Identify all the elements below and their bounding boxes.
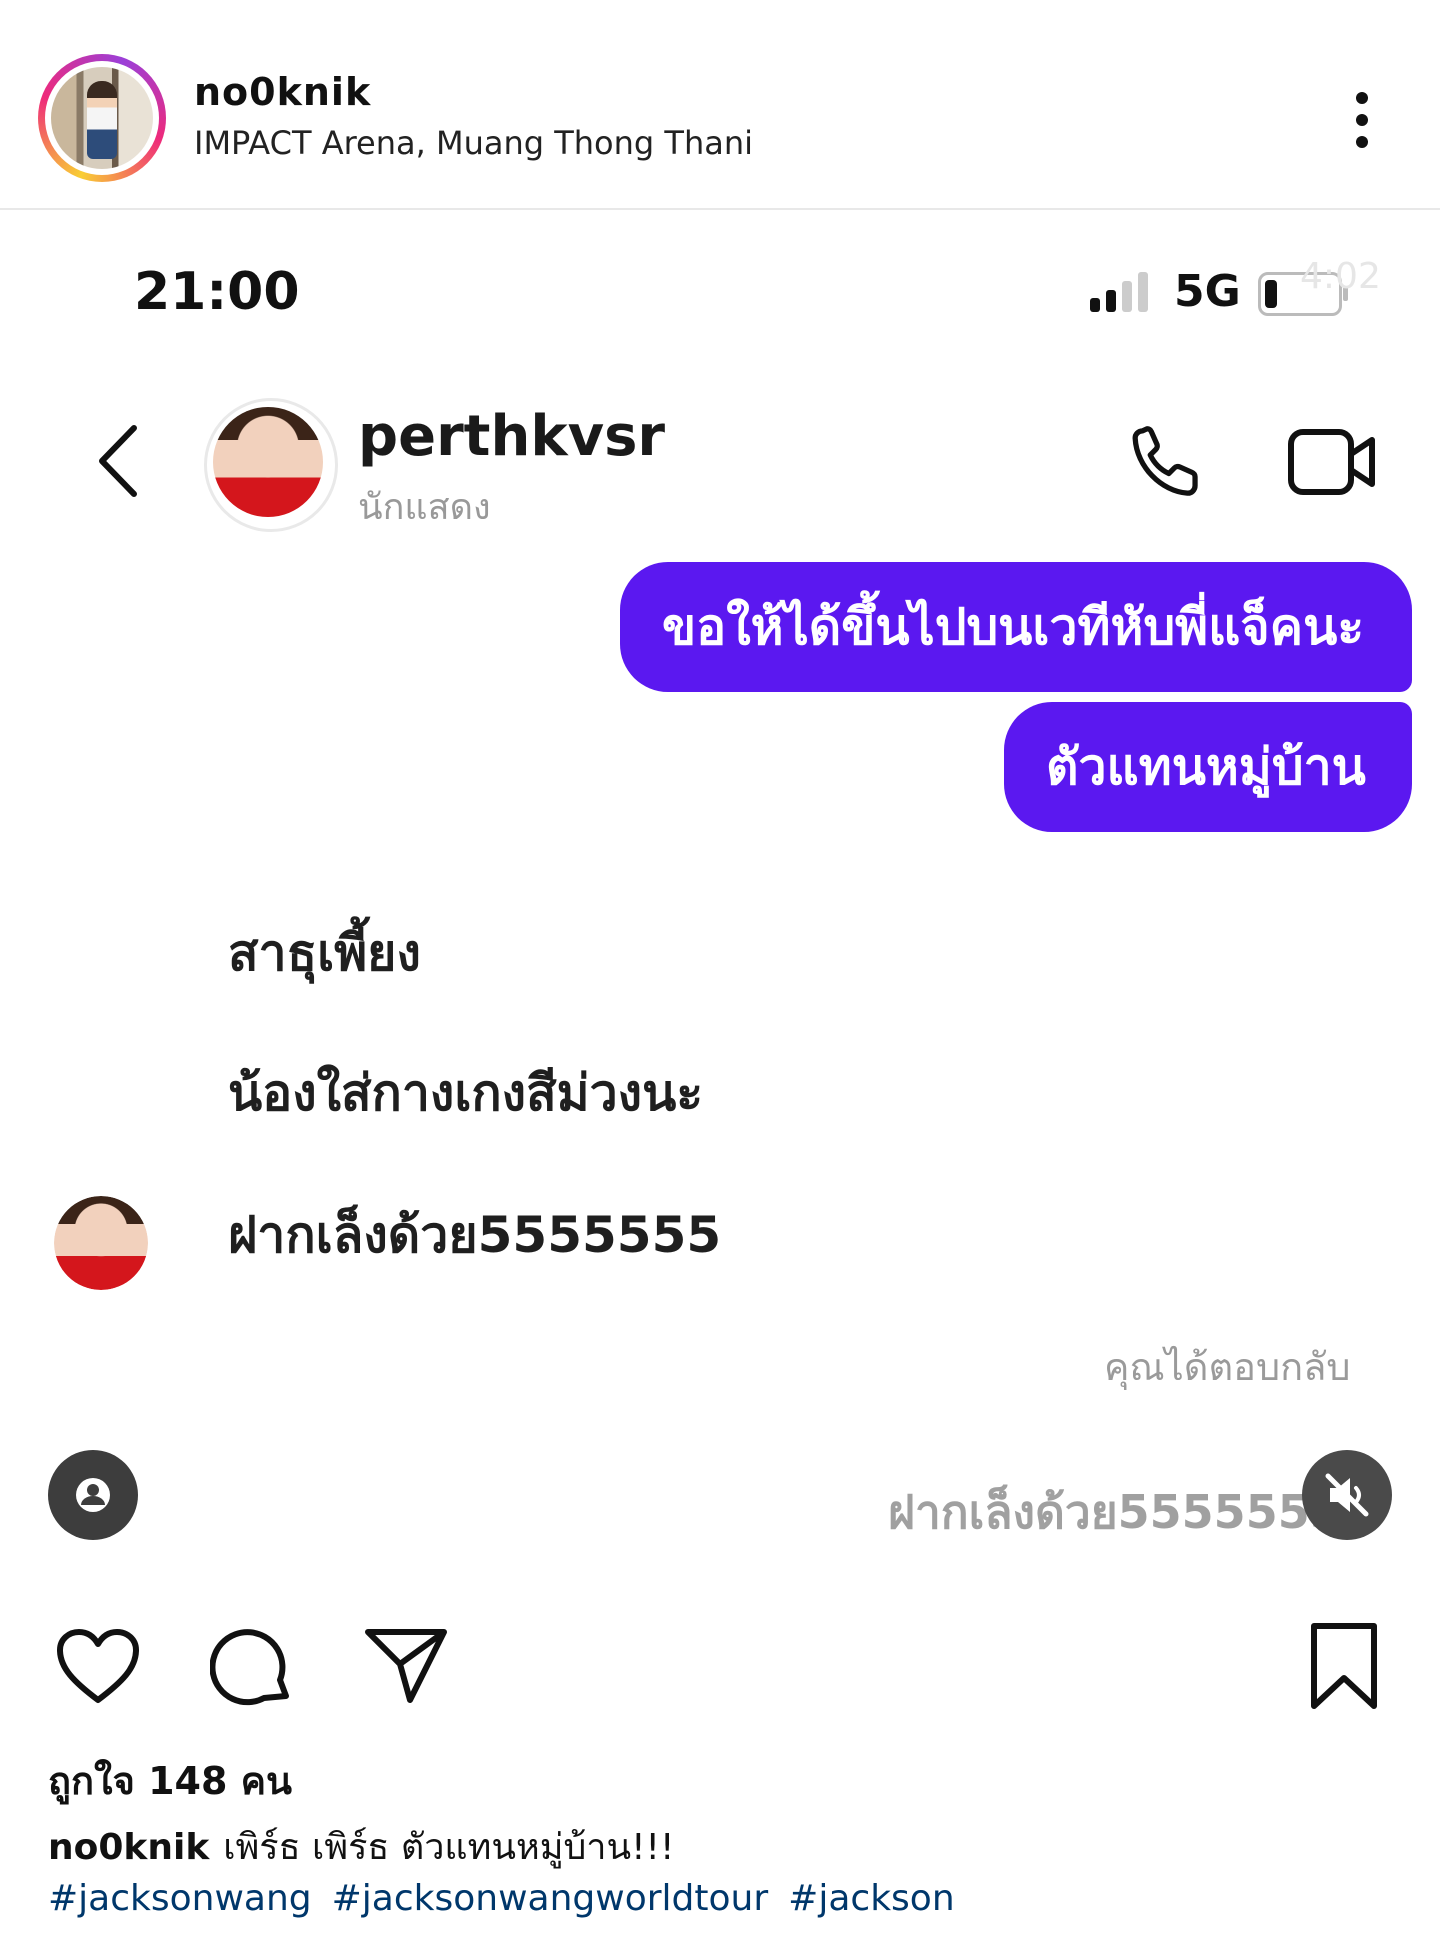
post-location[interactable]: IMPACT Arena, Muang Thong Thani [194, 124, 753, 162]
contact-name[interactable]: perthkvsr [358, 404, 665, 469]
hashtag-link[interactable]: #jacksonwang [48, 1878, 312, 1919]
contact-avatar[interactable] [204, 398, 338, 532]
back-arrow-icon[interactable] [96, 424, 142, 498]
caption-text: เพิร์ธ เพิร์ธ ตัวแทนหมู่บ้าน!!! [223, 1827, 675, 1868]
comment-icon[interactable] [209, 1626, 294, 1710]
contact-face [213, 407, 323, 517]
overlay-time: 4:02 [1300, 256, 1381, 297]
save-icon[interactable] [1308, 1622, 1380, 1712]
user-tag-icon[interactable] [48, 1450, 138, 1540]
sender-avatar[interactable] [54, 1196, 148, 1290]
avatar-photo [51, 67, 153, 169]
reply-preview: ฝากเล็งด้วย5555555 [888, 1485, 1342, 1539]
received-message[interactable]: ฝากเล็งด้วย5555555 [228, 1196, 721, 1275]
status-time: 21:00 [134, 262, 300, 322]
post-author-avatar[interactable] [38, 54, 166, 182]
header-divider [0, 208, 1440, 210]
sent-message[interactable]: ตัวแทนหมู่บ้าน [1004, 702, 1412, 832]
received-message[interactable]: สาธุเพี้ยง [228, 914, 421, 993]
mute-icon[interactable] [1302, 1450, 1392, 1540]
network-type: 5G [1174, 266, 1241, 317]
hashtag-list: #jacksonwang #jacksonwangworldtour #jackso… [48, 1878, 975, 1919]
like-count[interactable]: ถูกใจ 148 คน [48, 1750, 292, 1811]
hashtag-link[interactable]: #jackson [788, 1878, 954, 1919]
heart-icon[interactable] [56, 1628, 140, 1704]
caption-username[interactable]: no0knik [48, 1827, 209, 1868]
replied-label: คุณได้ตอบกลับ [1104, 1345, 1351, 1389]
sent-message[interactable]: ขอให้ได้ขึ้นไปบนเวทีหับพี่แจ็คนะ [620, 562, 1412, 692]
share-icon[interactable] [364, 1626, 448, 1706]
caption: no0knik เพิร์ธ เพิร์ธ ตัวแทนหมู่บ้าน!!! [48, 1818, 674, 1875]
signal-icon [1090, 270, 1160, 312]
post-username[interactable]: no0knik [194, 70, 371, 114]
phone-icon[interactable] [1124, 420, 1208, 504]
received-message[interactable]: น้องใส่กางเกงสีม่วงนะ [228, 1054, 703, 1133]
contact-subtitle: นักแสดง [358, 487, 491, 528]
hashtag-link[interactable]: #jacksonwangworldtour [332, 1878, 769, 1919]
more-options-icon[interactable] [1350, 88, 1374, 152]
sender-face [54, 1196, 148, 1290]
avatar-figure [87, 81, 117, 159]
video-call-icon[interactable] [1286, 420, 1380, 504]
